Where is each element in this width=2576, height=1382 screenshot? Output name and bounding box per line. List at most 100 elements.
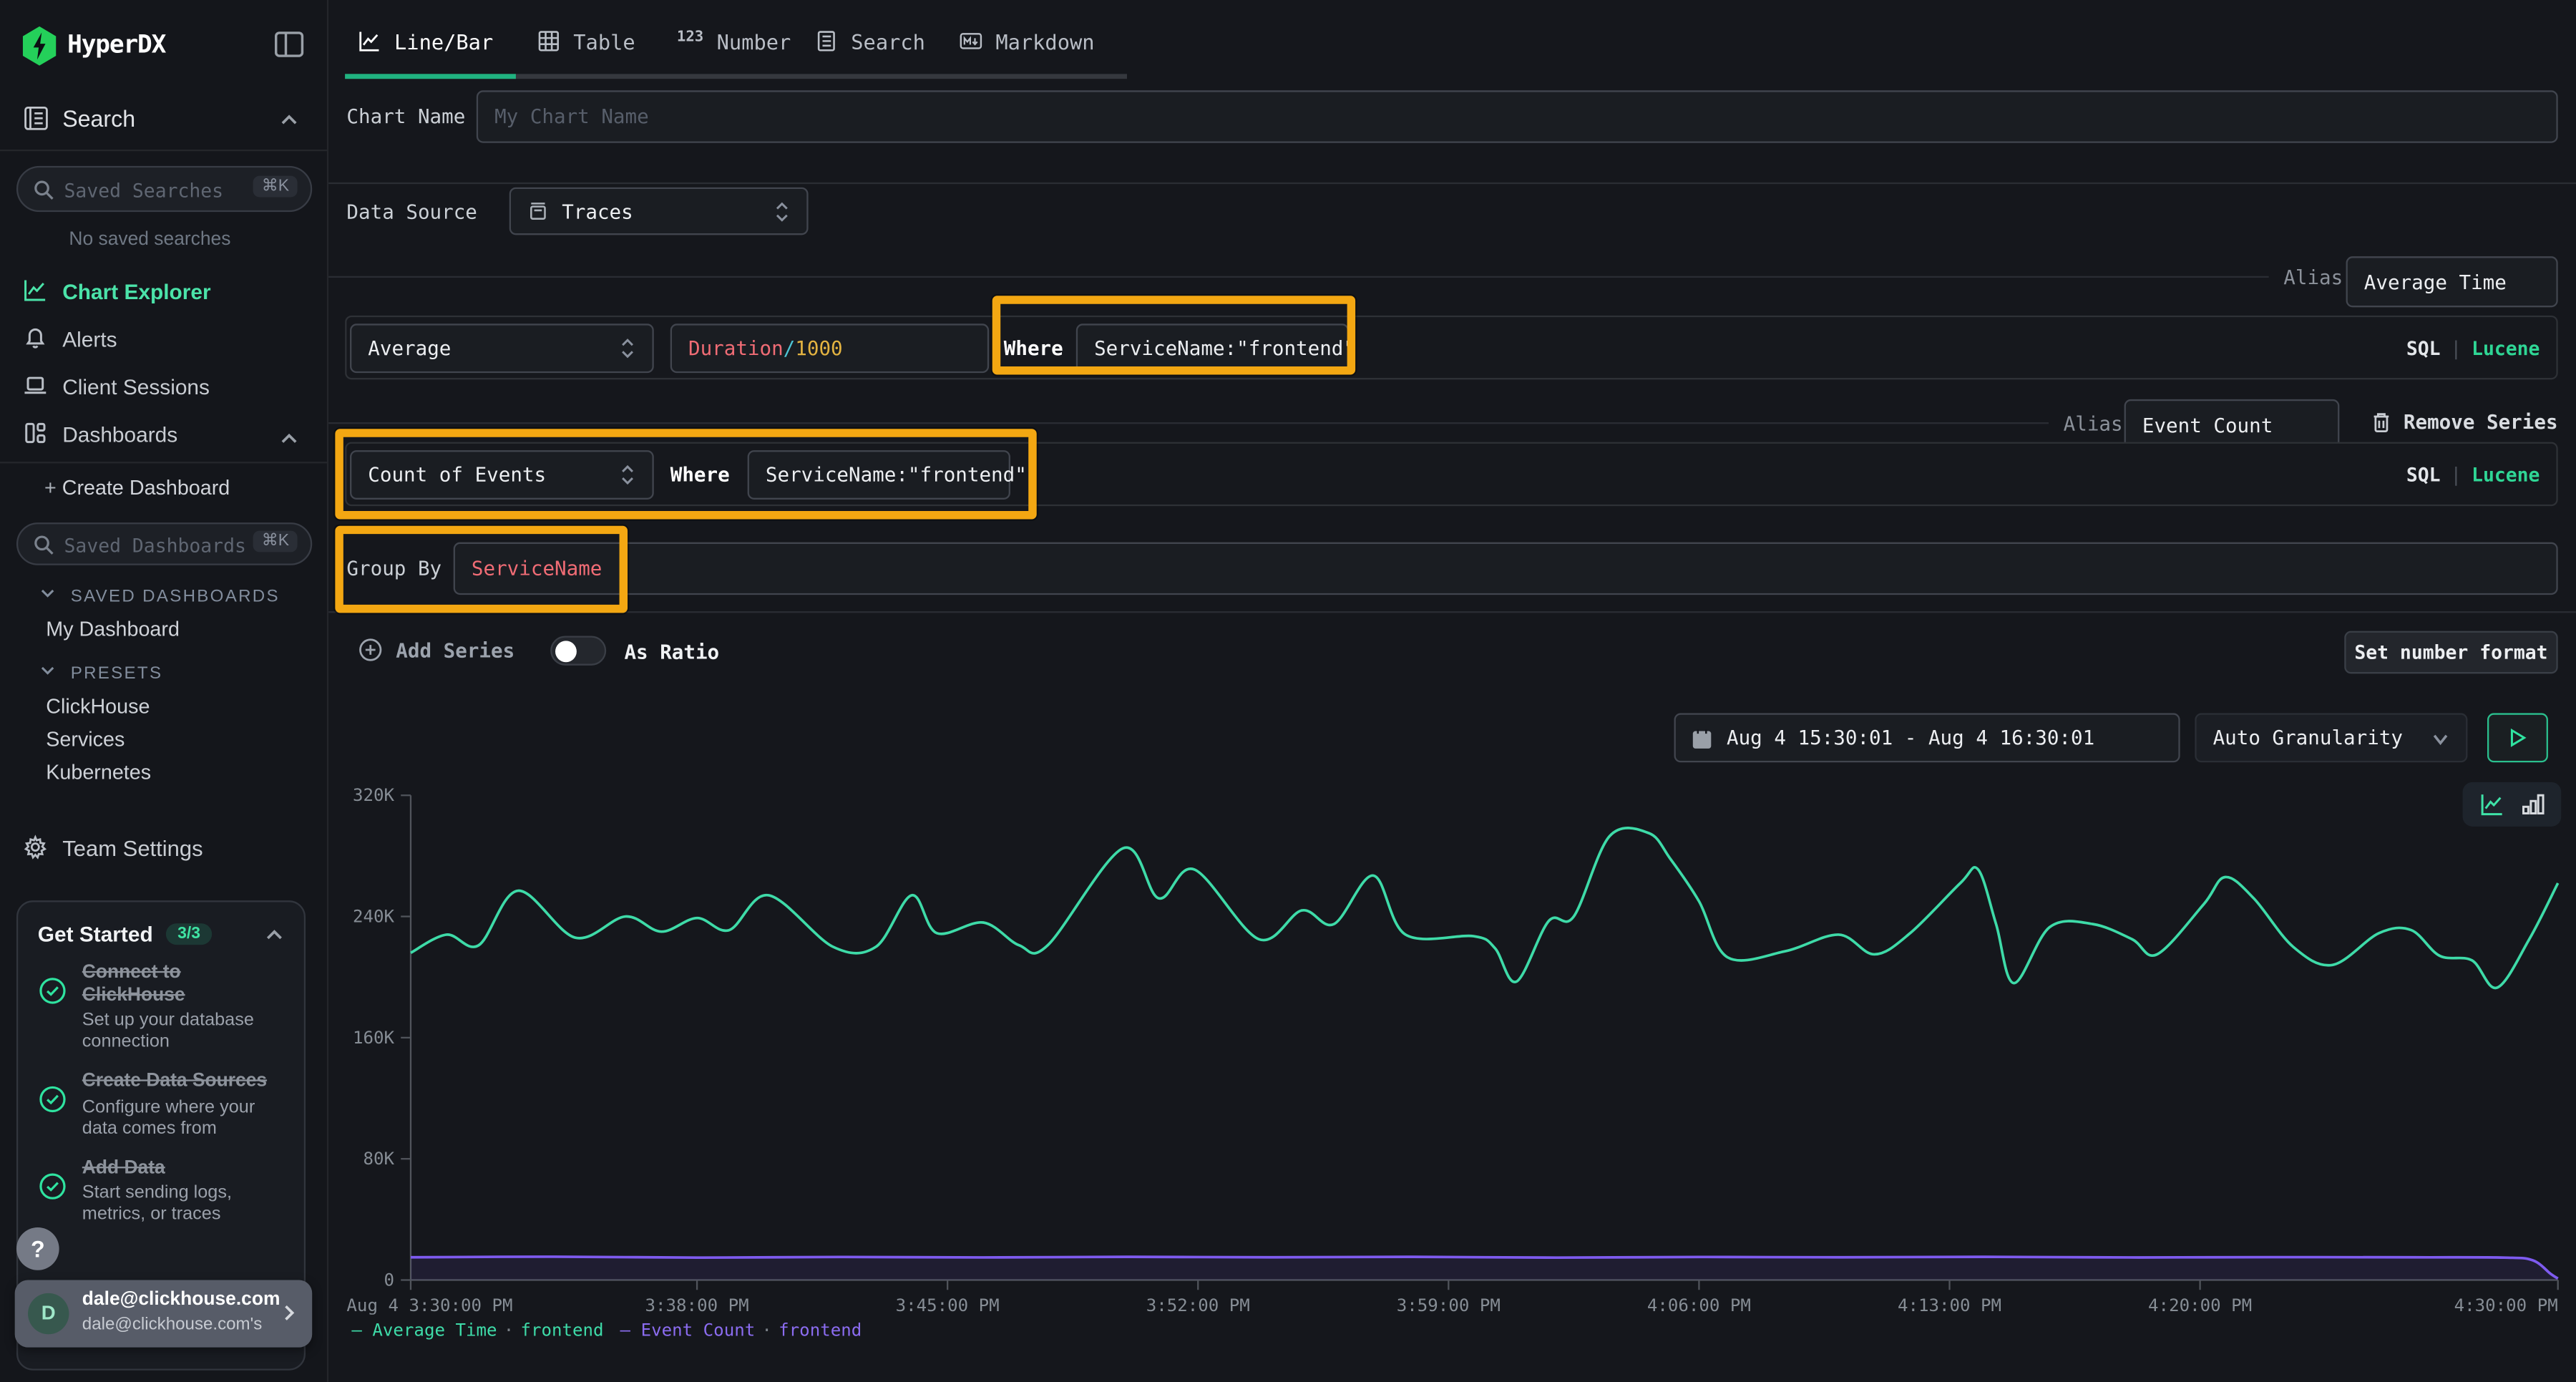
get-started-progress-badge: 3/3 xyxy=(166,923,212,945)
svg-text:4:06:00 PM: 4:06:00 PM xyxy=(1647,1295,1751,1315)
search-icon xyxy=(33,179,54,200)
tab-table[interactable]: Table xyxy=(537,23,635,59)
chart-name-input[interactable]: My Chart Name xyxy=(477,90,2558,142)
legend-dash: — xyxy=(620,1321,641,1341)
get-started-item-sources[interactable]: Create Data Sources Configure where your… xyxy=(38,1071,284,1139)
group-by-input[interactable]: ServiceName xyxy=(454,542,2558,595)
aggregation-select-2[interactable]: Count of Events xyxy=(350,450,654,500)
alias-label-2: Alias xyxy=(2064,412,2123,435)
table-icon xyxy=(537,29,560,52)
divider xyxy=(328,276,2268,278)
timeseries-chart[interactable]: 080K160K240K320KAug 4 3:30:00 PM3:38:00 … xyxy=(328,772,2576,1315)
chart-name-label: Chart Name xyxy=(346,105,465,128)
dashboard-grid-icon xyxy=(23,421,47,445)
preset-kubernetes[interactable]: Kubernetes xyxy=(46,761,151,784)
user-menu[interactable]: D dale@clickhouse.com dale@clickhouse.co… xyxy=(15,1280,313,1348)
shortcut-badge: ⌘K xyxy=(253,176,297,198)
where-input-2[interactable]: ServiceName:"frontend" xyxy=(748,450,1010,500)
svg-text:0: 0 xyxy=(384,1270,395,1290)
sidebar-item-team-settings[interactable]: Team Settings xyxy=(0,829,328,872)
sidebar-item-alerts[interactable]: Alerts xyxy=(0,321,328,364)
preset-services[interactable]: Services xyxy=(46,728,125,751)
sidebar-item-client-sessions[interactable]: Client Sessions xyxy=(0,368,328,411)
svg-text:3:38:00 PM: 3:38:00 PM xyxy=(645,1295,749,1315)
tab-line-bar[interactable]: Line/Bar xyxy=(358,23,494,59)
svg-text:4:13:00 PM: 4:13:00 PM xyxy=(1898,1295,2001,1315)
shortcut-badge: ⌘K xyxy=(253,531,297,553)
laptop-icon xyxy=(23,373,47,397)
123-icon: 123 xyxy=(677,29,703,52)
chart-legend: — Average Time·frontend — Event Count·fro… xyxy=(351,1321,862,1341)
alias-input-1[interactable]: Average Time xyxy=(2346,256,2558,307)
get-started-item-connect[interactable]: Connect to ClickHouse Set up your databa… xyxy=(38,963,284,1053)
legend-item[interactable]: — Event Count·frontend xyxy=(620,1321,862,1341)
create-dashboard-button[interactable]: + Create Dashboard xyxy=(44,477,230,500)
series-row-2: Count of Events Where ServiceName:"front… xyxy=(345,442,2558,507)
chart-name-placeholder: My Chart Name xyxy=(494,105,649,128)
remove-series-button[interactable]: Remove Series xyxy=(2371,411,2558,434)
svg-text:160K: 160K xyxy=(353,1028,395,1048)
presets-header[interactable]: PRESETS xyxy=(39,662,162,683)
help-button[interactable]: ? xyxy=(16,1227,59,1270)
tab-markdown[interactable]: Markdown xyxy=(960,23,1095,59)
date-range-picker[interactable]: Aug 4 15:30:01 - Aug 4 16:30:01 xyxy=(1674,713,2180,762)
sidebar-item-dashboards[interactable]: Dashboards xyxy=(0,416,328,459)
chevron-up-icon xyxy=(279,429,299,449)
check-circle-icon xyxy=(38,976,67,1006)
brand-row: HyperDX xyxy=(0,23,328,69)
query-language-switch-2[interactable]: SQL|Lucene xyxy=(2406,463,2540,486)
as-ratio-toggle[interactable] xyxy=(550,636,606,666)
main-panel: Line/Bar Table 123 Number Search Markdow… xyxy=(328,0,2576,1382)
where-label-1: Where xyxy=(1004,337,1063,360)
chevron-down-icon xyxy=(39,585,56,601)
toggle-knob xyxy=(555,640,577,661)
sidebar-item-chart-explorer[interactable]: Chart Explorer xyxy=(0,273,328,316)
aggregation-select-1[interactable]: Average xyxy=(350,323,654,373)
data-source-select[interactable]: Traces xyxy=(509,188,809,235)
search-section-icon xyxy=(23,105,49,132)
as-ratio-label: As Ratio xyxy=(624,641,719,663)
get-started-item-add-data[interactable]: Add Data Start sending logs, metrics, or… xyxy=(38,1157,284,1225)
tab-search[interactable]: Search xyxy=(815,23,925,59)
saved-dashboards-header[interactable]: SAVED DASHBOARDS xyxy=(39,585,280,606)
svg-text:3:52:00 PM: 3:52:00 PM xyxy=(1146,1295,1250,1315)
saved-dashboards-input[interactable]: Saved Dashboards ⌘K xyxy=(16,522,312,565)
saved-searches-input[interactable]: Saved Searches ⌘K xyxy=(16,166,312,212)
svg-text:3:59:00 PM: 3:59:00 PM xyxy=(1397,1295,1501,1315)
set-number-format-button[interactable]: Set number format xyxy=(2344,631,2557,674)
active-tab-underline xyxy=(345,74,516,79)
no-saved-searches-note: No saved searches xyxy=(69,230,230,250)
brand-name: HyperDX xyxy=(67,29,165,59)
play-icon xyxy=(2509,728,2527,748)
calendar-icon xyxy=(1692,727,1712,749)
add-series-button[interactable]: Add Series xyxy=(358,638,515,662)
chevron-down-icon xyxy=(39,662,56,678)
chart-line-icon xyxy=(23,278,47,302)
query-language-switch-1[interactable]: SQL|Lucene xyxy=(2406,337,2540,360)
where-input-1[interactable]: ServiceName:"frontend" xyxy=(1076,323,1349,373)
chevron-down-icon xyxy=(2431,729,2449,746)
sidebar-collapse-icon[interactable] xyxy=(273,28,306,61)
line-chart-mode-icon[interactable] xyxy=(2479,792,2506,817)
where-label-2: Where xyxy=(670,463,730,486)
divider xyxy=(328,183,2576,184)
run-query-button[interactable] xyxy=(2487,713,2548,762)
svg-text:4:20:00 PM: 4:20:00 PM xyxy=(2148,1295,2252,1315)
list-doc-icon xyxy=(815,29,838,52)
select-chevrons-icon xyxy=(620,337,636,360)
avatar: D xyxy=(28,1293,69,1334)
user-subtitle: dale@clickhouse.com's xyxy=(82,1315,263,1335)
check-circle-icon xyxy=(38,1084,67,1114)
line-chart-icon xyxy=(358,29,381,52)
preset-clickhouse[interactable]: ClickHouse xyxy=(46,695,150,718)
field-input-1[interactable]: Duration/1000 xyxy=(670,323,989,373)
granularity-select[interactable]: Auto Granularity xyxy=(2195,713,2467,762)
chevron-up-icon[interactable] xyxy=(265,924,285,944)
legend-item[interactable]: — Average Time·frontend xyxy=(351,1321,603,1341)
sidebar-item-my-dashboard[interactable]: My Dashboard xyxy=(46,618,180,641)
bar-chart-mode-icon[interactable] xyxy=(2522,792,2545,817)
saved-searches-placeholder: Saved Searches xyxy=(64,179,224,202)
sidebar-section-search[interactable]: Search xyxy=(0,102,328,145)
tab-number[interactable]: 123 Number xyxy=(677,23,791,59)
svg-text:4:30:00 PM: 4:30:00 PM xyxy=(2454,1295,2558,1315)
